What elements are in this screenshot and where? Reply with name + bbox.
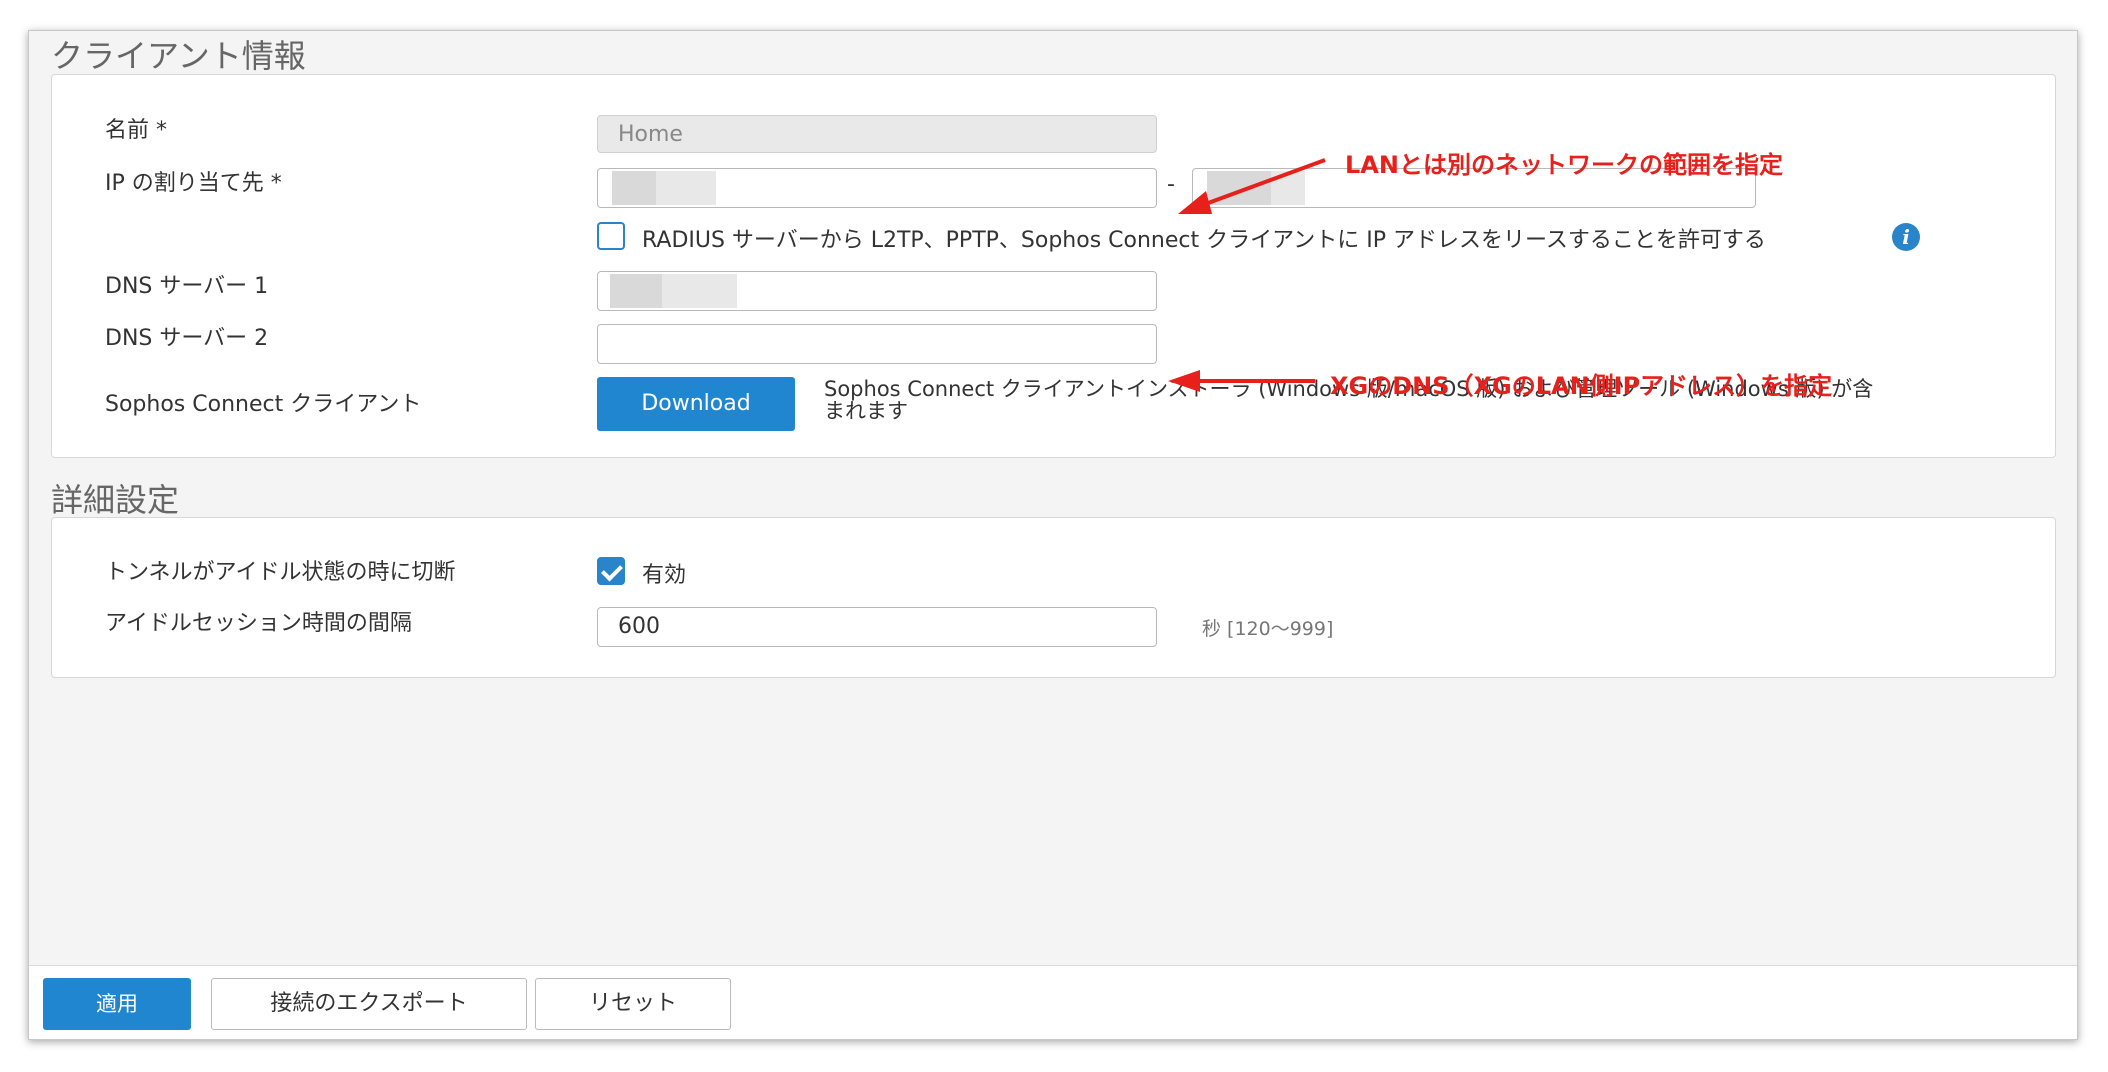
- ip-note-arrow-head: [1178, 191, 1212, 214]
- ip-range-annotation: LANとは別のネットワークの範囲を指定: [1345, 151, 1783, 179]
- dns-note-arrow-head: [1168, 370, 1200, 392]
- dns-annotation: XGのDNS（XGのLAN側IPアドレス）を指定: [1330, 372, 1833, 400]
- annotation-arrows: [1168, 158, 1326, 392]
- ip-note-arrow-line: [1199, 158, 1326, 208]
